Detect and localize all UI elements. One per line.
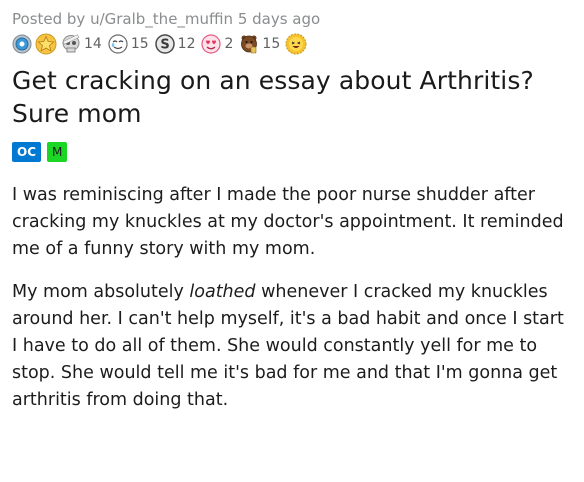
s-coin-icon: S (154, 34, 175, 54)
award-silver[interactable] (12, 34, 32, 54)
post-body: I was reminiscing after I made the poor … (12, 182, 572, 414)
bear-drink-icon (241, 35, 258, 54)
gold-star-icon (35, 33, 57, 55)
award-count: 2 (224, 36, 234, 52)
award-count: 15 (130, 36, 149, 52)
award-crying[interactable]: 15 (107, 33, 151, 55)
post-meta[interactable]: Posted by u/Gralb_the_muffin 5 days ago (12, 8, 572, 30)
body-text: My mom absolutely (12, 282, 190, 302)
award-skull[interactable]: 14 (60, 33, 104, 55)
laughing-sun-icon (285, 33, 307, 55)
silver-coin-icon (12, 34, 32, 54)
body-paragraph-2: My mom absolutely loathed whenever I cra… (12, 279, 572, 414)
award-count: 15 (262, 36, 281, 52)
oc-flair[interactable]: OC (12, 142, 42, 162)
awards-row[interactable]: 14 15 S 12 2 15 (12, 32, 572, 56)
italic-text: loathed (189, 282, 256, 302)
award-heart-eyes[interactable]: 2 (200, 33, 235, 55)
m-flair[interactable]: M (47, 142, 68, 162)
award-count: 14 (84, 36, 102, 52)
award-count: 12 (177, 36, 196, 52)
post: Posted by u/Gralb_the_muffin 5 days ago (0, 0, 584, 414)
award-s-coin[interactable]: S 12 (154, 33, 198, 55)
flair-row: OC M (12, 142, 572, 164)
crying-face-icon (108, 34, 128, 54)
svg-text:S: S (160, 38, 169, 53)
skull-bandage-icon (62, 34, 80, 53)
body-paragraph-1: I was reminiscing after I made the poor … (12, 185, 564, 259)
award-gold[interactable] (35, 33, 57, 55)
award-bear[interactable]: 15 (238, 33, 282, 55)
award-laughing[interactable] (285, 33, 307, 55)
heart-eyes-icon (201, 34, 222, 54)
post-title[interactable]: Get cracking on an essay about Arthritis… (12, 64, 572, 130)
